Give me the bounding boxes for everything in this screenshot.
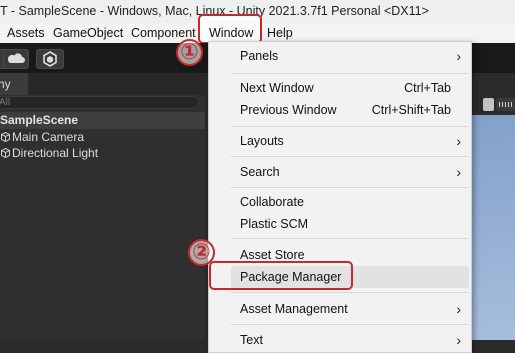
hierarchy-search-input[interactable] — [0, 96, 199, 109]
package-button[interactable] — [36, 49, 64, 69]
window-menu-dropdown: Panels › Next Window Ctrl+Tab Previous W… — [208, 41, 472, 353]
menu-item-label: Text — [240, 333, 263, 347]
menu-separator — [231, 73, 469, 74]
menu-item-plastic-scm[interactable]: Plastic SCM — [209, 213, 471, 235]
package-hexagon-icon — [43, 51, 57, 67]
menu-window-label: Window — [209, 26, 254, 40]
scene-audio-toggle[interactable] — [496, 98, 515, 111]
menu-item-panels[interactable]: Panels › — [209, 45, 471, 67]
menu-item-label: Search — [240, 165, 280, 179]
menu-item-label: Asset Management — [240, 302, 348, 316]
tab-hierarchy-label: hy — [0, 77, 11, 91]
gameobject-cube-icon — [1, 132, 10, 142]
menu-separator — [231, 324, 469, 325]
chevron-right-icon: › — [456, 332, 461, 348]
hierarchy-tab-bar: hy — [0, 73, 205, 95]
chevron-right-icon: › — [456, 164, 461, 180]
step-1-badge: ① — [176, 39, 203, 66]
menu-item-search[interactable]: Search › — [209, 161, 471, 183]
audio-bars-icon — [499, 102, 512, 107]
chevron-right-icon: › — [456, 48, 461, 64]
menu-item-shortcut: Ctrl+Tab — [404, 81, 451, 95]
menu-separator — [231, 126, 469, 127]
menu-item-shortcut: Ctrl+Shift+Tab — [371, 103, 451, 117]
hierarchy-scene-row[interactable]: SampleScene — [0, 112, 205, 129]
cloud-icon — [7, 53, 26, 63]
menu-item-previous-window[interactable]: Previous Window Ctrl+Shift+Tab — [209, 99, 471, 121]
step-2-badge: ② — [188, 239, 215, 266]
cloud-button[interactable] — [3, 49, 29, 69]
chevron-right-icon: › — [456, 133, 461, 149]
scene-name: SampleScene — [0, 113, 79, 127]
menu-separator — [231, 238, 469, 239]
menu-item-asset-management[interactable]: Asset Management › — [209, 298, 471, 320]
scene-dropdown-button[interactable] — [483, 98, 494, 111]
menu-separator — [231, 292, 469, 293]
hierarchy-item-label: Directional Light — [12, 146, 99, 160]
chevron-right-icon: › — [456, 301, 461, 317]
menu-window[interactable]: Window — [198, 14, 262, 44]
menu-help[interactable]: Help — [267, 23, 293, 43]
menu-item-collaborate[interactable]: Collaborate — [209, 191, 471, 213]
menu-item-layouts[interactable]: Layouts › — [209, 130, 471, 152]
tab-hierarchy[interactable]: hy — [0, 73, 28, 95]
hierarchy-item-label: Main Camera — [12, 130, 85, 144]
menu-item-next-window[interactable]: Next Window Ctrl+Tab — [209, 77, 471, 99]
menu-separator — [231, 187, 469, 188]
menu-item-label: Layouts — [240, 134, 284, 148]
menu-item-label: Collaborate — [240, 195, 304, 209]
menu-item-label: Next Window — [240, 81, 314, 95]
hierarchy-search-bar — [0, 95, 205, 110]
menu-gameobject[interactable]: GameObject — [53, 23, 123, 43]
menu-item-label: Panels — [240, 49, 279, 63]
menu-item-label: Plastic SCM — [240, 217, 309, 231]
package-manager-highlight-box — [209, 261, 353, 290]
menu-separator — [231, 156, 469, 157]
menu-item-label: Previous Window — [240, 103, 337, 117]
gameobject-cube-icon — [1, 148, 10, 158]
menu-item-text[interactable]: Text › — [209, 329, 471, 351]
menu-assets[interactable]: Assets — [7, 23, 45, 43]
